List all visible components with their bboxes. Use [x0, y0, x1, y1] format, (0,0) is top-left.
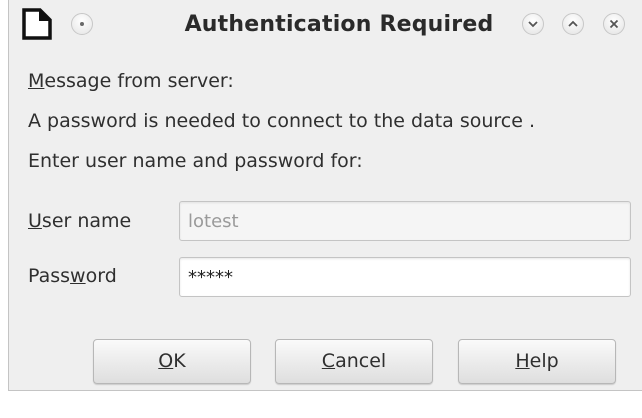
message-heading-mnemonic: M — [28, 70, 45, 92]
window-title: Authentication Required — [184, 12, 494, 37]
password-label-rest: ord — [85, 265, 117, 287]
user-name-label-mnemonic: U — [28, 210, 42, 232]
help-button-mnemonic: H — [515, 350, 530, 372]
user-name-label: User name — [28, 210, 131, 232]
close-button[interactable] — [603, 13, 625, 35]
password-label-mnemonic: w — [70, 265, 86, 287]
help-button[interactable]: Help — [458, 339, 616, 384]
user-name-field[interactable] — [179, 201, 631, 241]
cancel-button-rest: ancel — [335, 350, 387, 372]
maximize-icon — [568, 20, 578, 27]
ok-button[interactable]: OK — [93, 339, 251, 384]
password-label-prefix: Pass — [28, 265, 71, 287]
server-message: A password is needed to connect to the d… — [28, 110, 536, 132]
maximize-button[interactable] — [562, 13, 584, 35]
title-bar[interactable]: Authentication Required — [9, 0, 642, 48]
credentials-prompt: Enter user name and password for: — [28, 150, 363, 172]
help-button-rest: elp — [529, 350, 559, 372]
minimize-button[interactable] — [522, 13, 544, 35]
message-heading-rest: essage from server: — [44, 70, 234, 92]
user-name-label-rest: ser name — [41, 210, 132, 232]
close-icon — [609, 19, 619, 29]
password-label: Password — [28, 265, 117, 287]
minimize-icon — [528, 21, 538, 28]
ok-button-rest: K — [173, 350, 186, 372]
cancel-button-mnemonic: C — [321, 350, 336, 372]
document-icon[interactable] — [21, 8, 53, 40]
window-menu-button[interactable] — [71, 13, 93, 35]
password-field[interactable] — [179, 257, 631, 297]
message-heading: Message from server: — [28, 70, 234, 92]
authentication-dialog: Authentication Required Message from ser… — [8, 0, 642, 391]
window-menu-icon — [80, 22, 84, 26]
cancel-button[interactable]: Cancel — [275, 339, 433, 384]
ok-button-mnemonic: O — [158, 350, 174, 372]
